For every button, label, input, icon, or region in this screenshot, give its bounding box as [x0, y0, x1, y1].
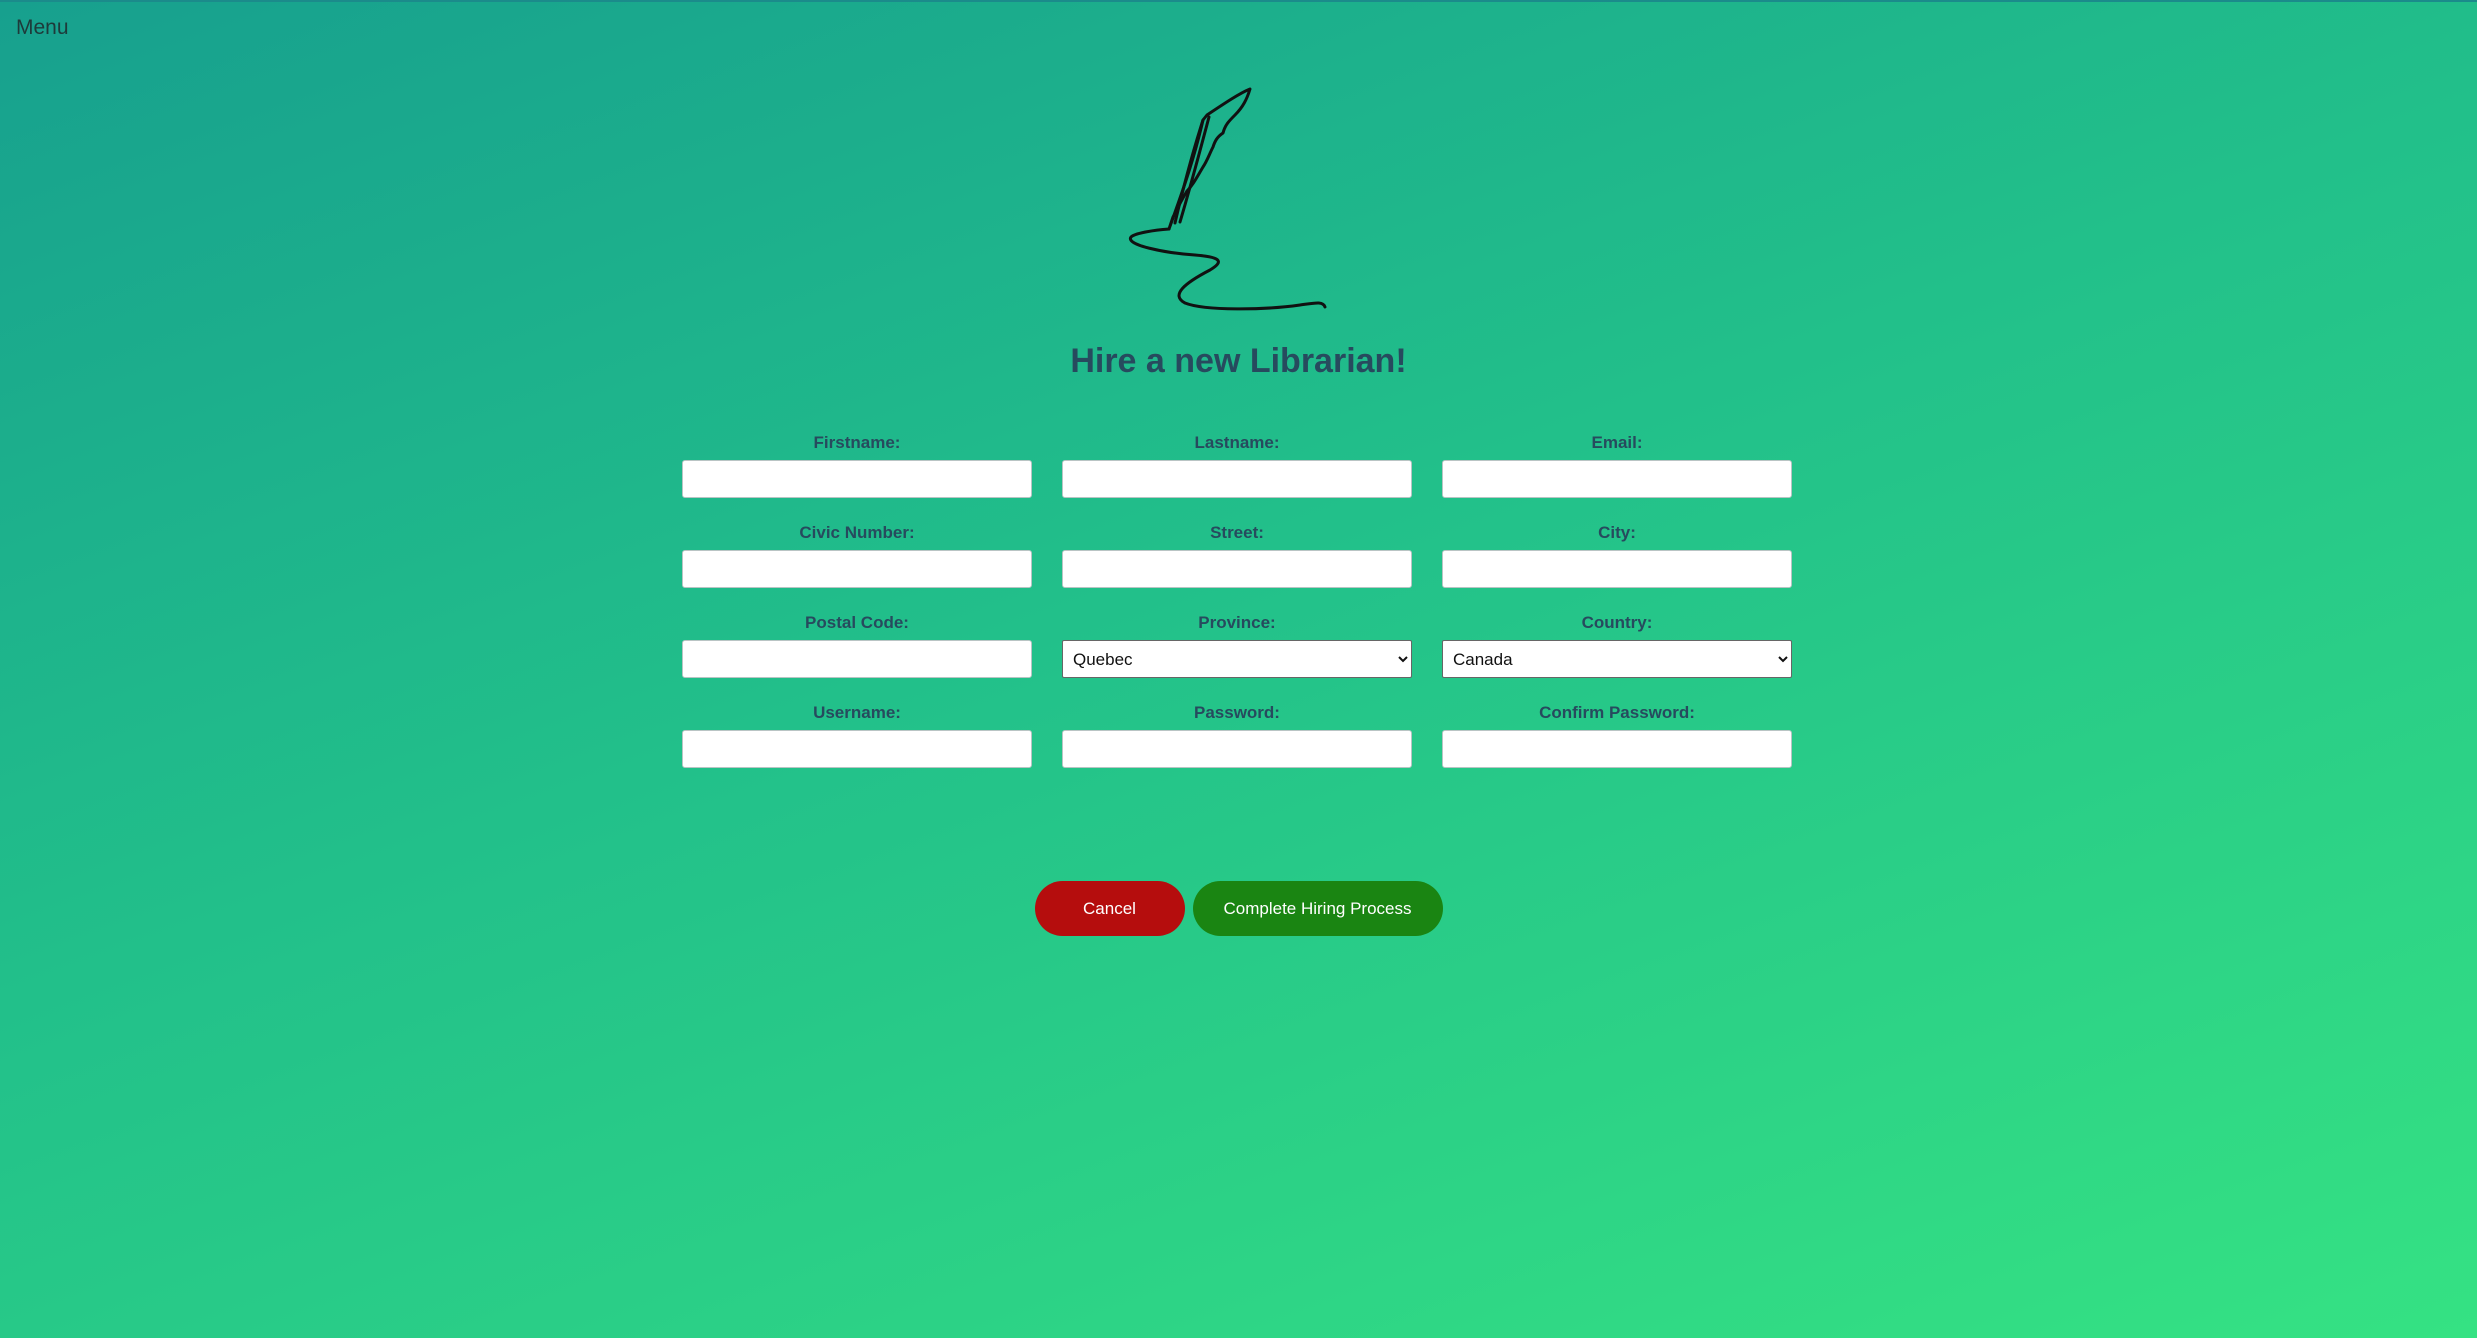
postal-code-field-group: Postal Code:	[682, 612, 1032, 678]
province-field-group: Province: Quebec	[1062, 612, 1412, 678]
city-label: City:	[1598, 523, 1636, 542]
password-input[interactable]	[1062, 730, 1412, 768]
cancel-button[interactable]: Cancel	[1034, 881, 1185, 936]
username-label: Username:	[813, 703, 901, 722]
confirm-password-label: Confirm Password:	[1539, 703, 1695, 722]
civic-number-input[interactable]	[682, 550, 1032, 588]
complete-hiring-button[interactable]: Complete Hiring Process	[1192, 881, 1443, 936]
postal-code-label: Postal Code:	[805, 613, 909, 632]
street-input[interactable]	[1062, 550, 1412, 588]
page-title: Hire a new Librarian!	[1070, 342, 1407, 380]
email-input[interactable]	[1442, 460, 1792, 498]
menu-link[interactable]: Menu	[16, 16, 69, 40]
username-input[interactable]	[682, 730, 1032, 768]
quill-pen-icon	[1129, 87, 1327, 311]
country-label: Country:	[1581, 613, 1653, 632]
province-label: Province:	[1198, 613, 1276, 632]
confirm-password-input[interactable]	[1442, 730, 1792, 768]
street-label: Street:	[1210, 523, 1264, 542]
confirm-password-field-group: Confirm Password:	[1442, 702, 1792, 768]
lastname-field-group: Lastname:	[1062, 432, 1412, 498]
email-field-group: Email:	[1442, 432, 1792, 498]
civic-number-field-group: Civic Number:	[682, 522, 1032, 588]
lastname-label: Lastname:	[1194, 433, 1280, 452]
top-border	[0, 0, 2477, 2]
firstname-field-group: Firstname:	[682, 432, 1032, 498]
firstname-input[interactable]	[682, 460, 1032, 498]
civic-number-label: Civic Number:	[799, 523, 915, 542]
firstname-label: Firstname:	[813, 433, 901, 452]
postal-code-input[interactable]	[682, 640, 1032, 678]
lastname-input[interactable]	[1062, 460, 1412, 498]
email-label: Email:	[1591, 433, 1643, 452]
country-field-group: Country: Canada	[1442, 612, 1792, 678]
street-field-group: Street:	[1062, 522, 1412, 588]
hire-librarian-form: Firstname: Lastname: Email: Civic Number…	[682, 432, 1794, 768]
country-select[interactable]: Canada	[1442, 640, 1792, 678]
city-field-group: City:	[1442, 522, 1792, 588]
form-actions: Cancel Complete Hiring Process	[0, 881, 2477, 936]
password-field-group: Password:	[1062, 702, 1412, 768]
password-label: Password:	[1194, 703, 1280, 722]
province-select[interactable]: Quebec	[1062, 640, 1412, 678]
city-input[interactable]	[1442, 550, 1792, 588]
username-field-group: Username:	[682, 702, 1032, 768]
